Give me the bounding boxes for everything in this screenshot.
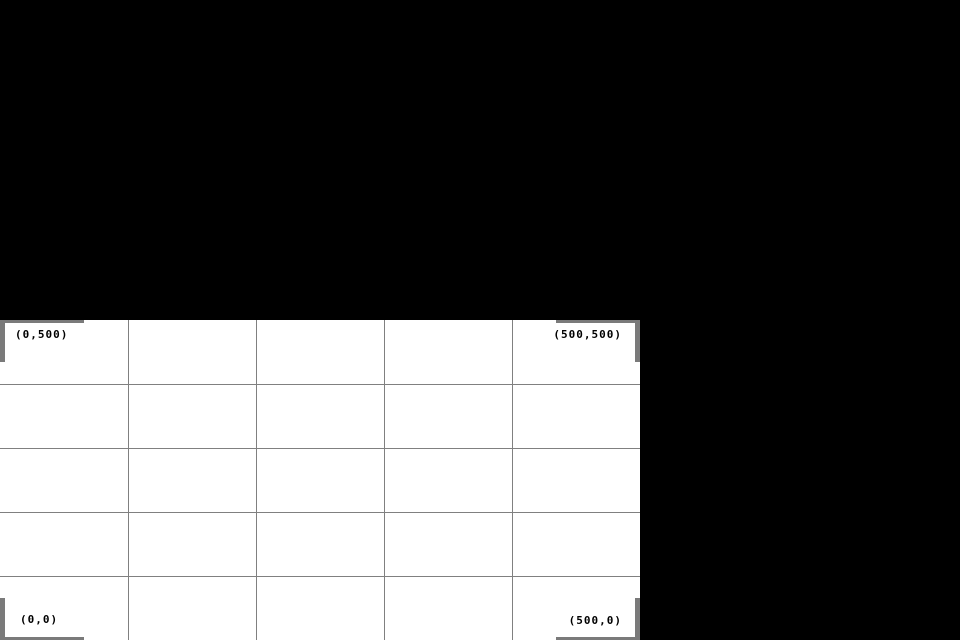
- grid-vertical-line: [256, 320, 257, 640]
- top-right-coordinate-label: (500,500): [553, 328, 622, 341]
- grid-vertical-line: [512, 320, 513, 640]
- grid-horizontal-line: [0, 512, 640, 513]
- grid-vertical-line: [384, 320, 385, 640]
- corner-marker-horizontal: [0, 320, 84, 323]
- corner-marker-horizontal: [556, 320, 640, 323]
- corner-marker-vertical: [635, 598, 640, 640]
- corner-marker-vertical: [635, 320, 640, 362]
- grid-vertical-line: [128, 320, 129, 640]
- corner-marker-vertical: [0, 320, 5, 362]
- top-left-coordinate-label: (0,500): [15, 328, 69, 341]
- grid-horizontal-line: [0, 448, 640, 449]
- coordinate-grid-panel[interactable]: (0,500) (500,500) (0,0) (500,0): [0, 320, 640, 640]
- grid-horizontal-line: [0, 384, 640, 385]
- bottom-left-coordinate-label: (0,0): [20, 613, 59, 626]
- corner-marker-vertical: [0, 598, 5, 640]
- screen-area: (0,500) (500,500) (0,0) (500,0): [0, 0, 960, 640]
- bottom-right-coordinate-label: (500,0): [568, 614, 622, 627]
- grid-horizontal-line: [0, 576, 640, 577]
